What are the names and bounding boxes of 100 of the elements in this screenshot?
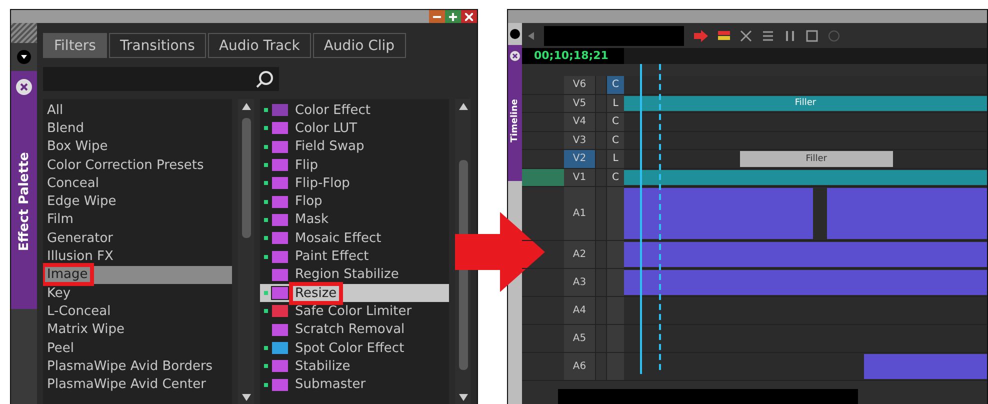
search-icon[interactable] — [255, 69, 275, 89]
effect-item[interactable]: Scratch Removal — [260, 320, 450, 339]
timeline-clip[interactable] — [864, 354, 987, 379]
circle-icon[interactable] — [828, 30, 840, 42]
effect-item[interactable]: Spot Color Effect — [260, 338, 450, 358]
category-item[interactable]: Key — [43, 284, 232, 302]
timeline-clip[interactable] — [624, 270, 987, 295]
timeline-clip[interactable] — [624, 170, 987, 185]
category-item[interactable]: All — [43, 101, 232, 120]
effect-item[interactable]: Flop — [260, 192, 450, 211]
track-label[interactable]: V5 — [564, 94, 595, 112]
lock-toggle[interactable] — [595, 150, 606, 168]
monitor-toggle[interactable] — [606, 325, 624, 352]
track-label[interactable]: A4 — [564, 297, 595, 324]
category-item[interactable]: Matrix Wipe — [43, 320, 232, 339]
maximize-icon[interactable] — [445, 10, 461, 23]
track-label[interactable]: A6 — [564, 353, 595, 380]
lock-toggle[interactable] — [595, 113, 606, 130]
timeline-clip[interactable] — [624, 188, 813, 239]
monitor-toggle[interactable] — [606, 297, 624, 324]
timeline-clip[interactable]: Filler — [740, 151, 893, 166]
effect-item[interactable]: Mosaic Effect — [260, 229, 450, 248]
monitor-toggle[interactable] — [606, 269, 624, 296]
effect-item[interactable]: Mask — [260, 210, 450, 230]
tab[interactable]: Transitions — [108, 33, 206, 58]
sync-lock-toggle[interactable]: L — [606, 150, 624, 168]
effect-item[interactable]: Color Effect — [260, 101, 450, 120]
dropdown-circle-icon[interactable] — [17, 50, 31, 64]
minimize-icon[interactable] — [429, 10, 445, 23]
effect-item[interactable]: Paint Effect — [260, 247, 450, 266]
lock-toggle[interactable] — [595, 241, 606, 268]
track-label[interactable]: A5 — [564, 325, 595, 352]
clip-name-field[interactable] — [544, 26, 684, 46]
category-item[interactable]: Illusion FX — [43, 247, 232, 266]
square-icon[interactable] — [806, 30, 818, 42]
track-label[interactable]: A3 — [564, 269, 595, 296]
sync-lock-toggle[interactable]: C — [606, 76, 624, 94]
tab[interactable]: Audio Track — [208, 33, 311, 58]
stripes-icon[interactable] — [718, 30, 730, 42]
close-icon[interactable] — [16, 79, 32, 95]
scroll-thumb[interactable] — [242, 118, 251, 238]
track-label[interactable]: V2 — [564, 150, 595, 168]
lock-toggle[interactable] — [595, 325, 606, 352]
tab[interactable]: Filters — [43, 33, 107, 58]
lock-toggle[interactable] — [595, 168, 606, 186]
monitor-toggle[interactable] — [606, 187, 624, 240]
up-arrow-icon[interactable] — [242, 103, 251, 110]
track-label[interactable]: V1 — [564, 168, 595, 186]
down-arrow-icon[interactable] — [242, 394, 251, 401]
category-item[interactable]: PlasmaWipe Avid Center — [43, 375, 232, 394]
timeline-clip[interactable] — [624, 242, 987, 267]
right-arrow-icon[interactable] — [694, 30, 708, 42]
track-label[interactable]: V3 — [564, 132, 595, 149]
lock-toggle[interactable] — [595, 269, 606, 296]
sync-lock-toggle[interactable]: L — [606, 94, 624, 112]
lock-toggle[interactable] — [595, 132, 606, 149]
scrollbar[interactable] — [238, 99, 254, 404]
drag-handle[interactable] — [11, 23, 37, 43]
category-item[interactable]: Image — [43, 266, 232, 284]
category-item[interactable]: Color Correction Presets — [43, 156, 232, 174]
sync-lock-toggle[interactable]: C — [606, 168, 624, 186]
lock-toggle[interactable] — [595, 353, 606, 380]
search-field[interactable] — [43, 67, 279, 91]
effect-item[interactable]: Flip-Flop — [260, 174, 450, 192]
track-label[interactable]: A2 — [564, 241, 595, 268]
close-icon[interactable] — [510, 51, 520, 61]
effect-item[interactable]: Resize — [260, 284, 450, 302]
lock-toggle[interactable] — [595, 297, 606, 324]
monitor-toggle[interactable] — [606, 353, 624, 380]
side-tab[interactable]: Timeline — [508, 45, 522, 181]
tab[interactable]: Audio Clip — [312, 33, 406, 58]
effect-item[interactable]: Region Stabilize — [260, 266, 450, 284]
side-tab[interactable]: Effect Palette — [11, 71, 37, 309]
track-label[interactable]: A1 — [564, 187, 595, 240]
category-item[interactable]: Peel — [43, 338, 232, 358]
lock-toggle[interactable] — [595, 187, 606, 240]
sync-lock-toggle[interactable]: C — [606, 132, 624, 149]
effect-item[interactable]: Safe Color Limiter — [260, 302, 450, 321]
category-item[interactable]: Edge Wipe — [43, 192, 232, 211]
track-label[interactable]: V6 — [564, 76, 595, 94]
track-label[interactable]: V4 — [564, 113, 595, 130]
lines-icon[interactable] — [762, 30, 774, 42]
monitor-toggle[interactable] — [606, 241, 624, 268]
up-arrow-icon[interactable] — [458, 103, 468, 110]
down-arrow-icon[interactable] — [458, 394, 468, 401]
effect-item[interactable]: Color LUT — [260, 119, 450, 138]
playhead-drawing[interactable] — [640, 64, 662, 374]
timeline-clip[interactable]: Filler — [624, 96, 987, 111]
category-item[interactable]: PlasmaWipe Avid Borders — [43, 357, 232, 376]
lock-toggle[interactable] — [595, 76, 606, 94]
category-item[interactable]: Generator — [43, 229, 232, 248]
dropdown-circle-icon[interactable] — [510, 29, 520, 39]
close-icon[interactable] — [461, 10, 477, 23]
category-item[interactable]: Box Wipe — [43, 138, 232, 156]
category-item[interactable]: Blend — [43, 119, 232, 138]
timeline-clip[interactable] — [827, 188, 987, 239]
effect-item[interactable]: Flip — [260, 156, 450, 174]
effect-item[interactable]: Stabilize — [260, 357, 450, 376]
category-item[interactable]: Film — [43, 210, 232, 230]
category-item[interactable]: Conceal — [43, 174, 232, 192]
